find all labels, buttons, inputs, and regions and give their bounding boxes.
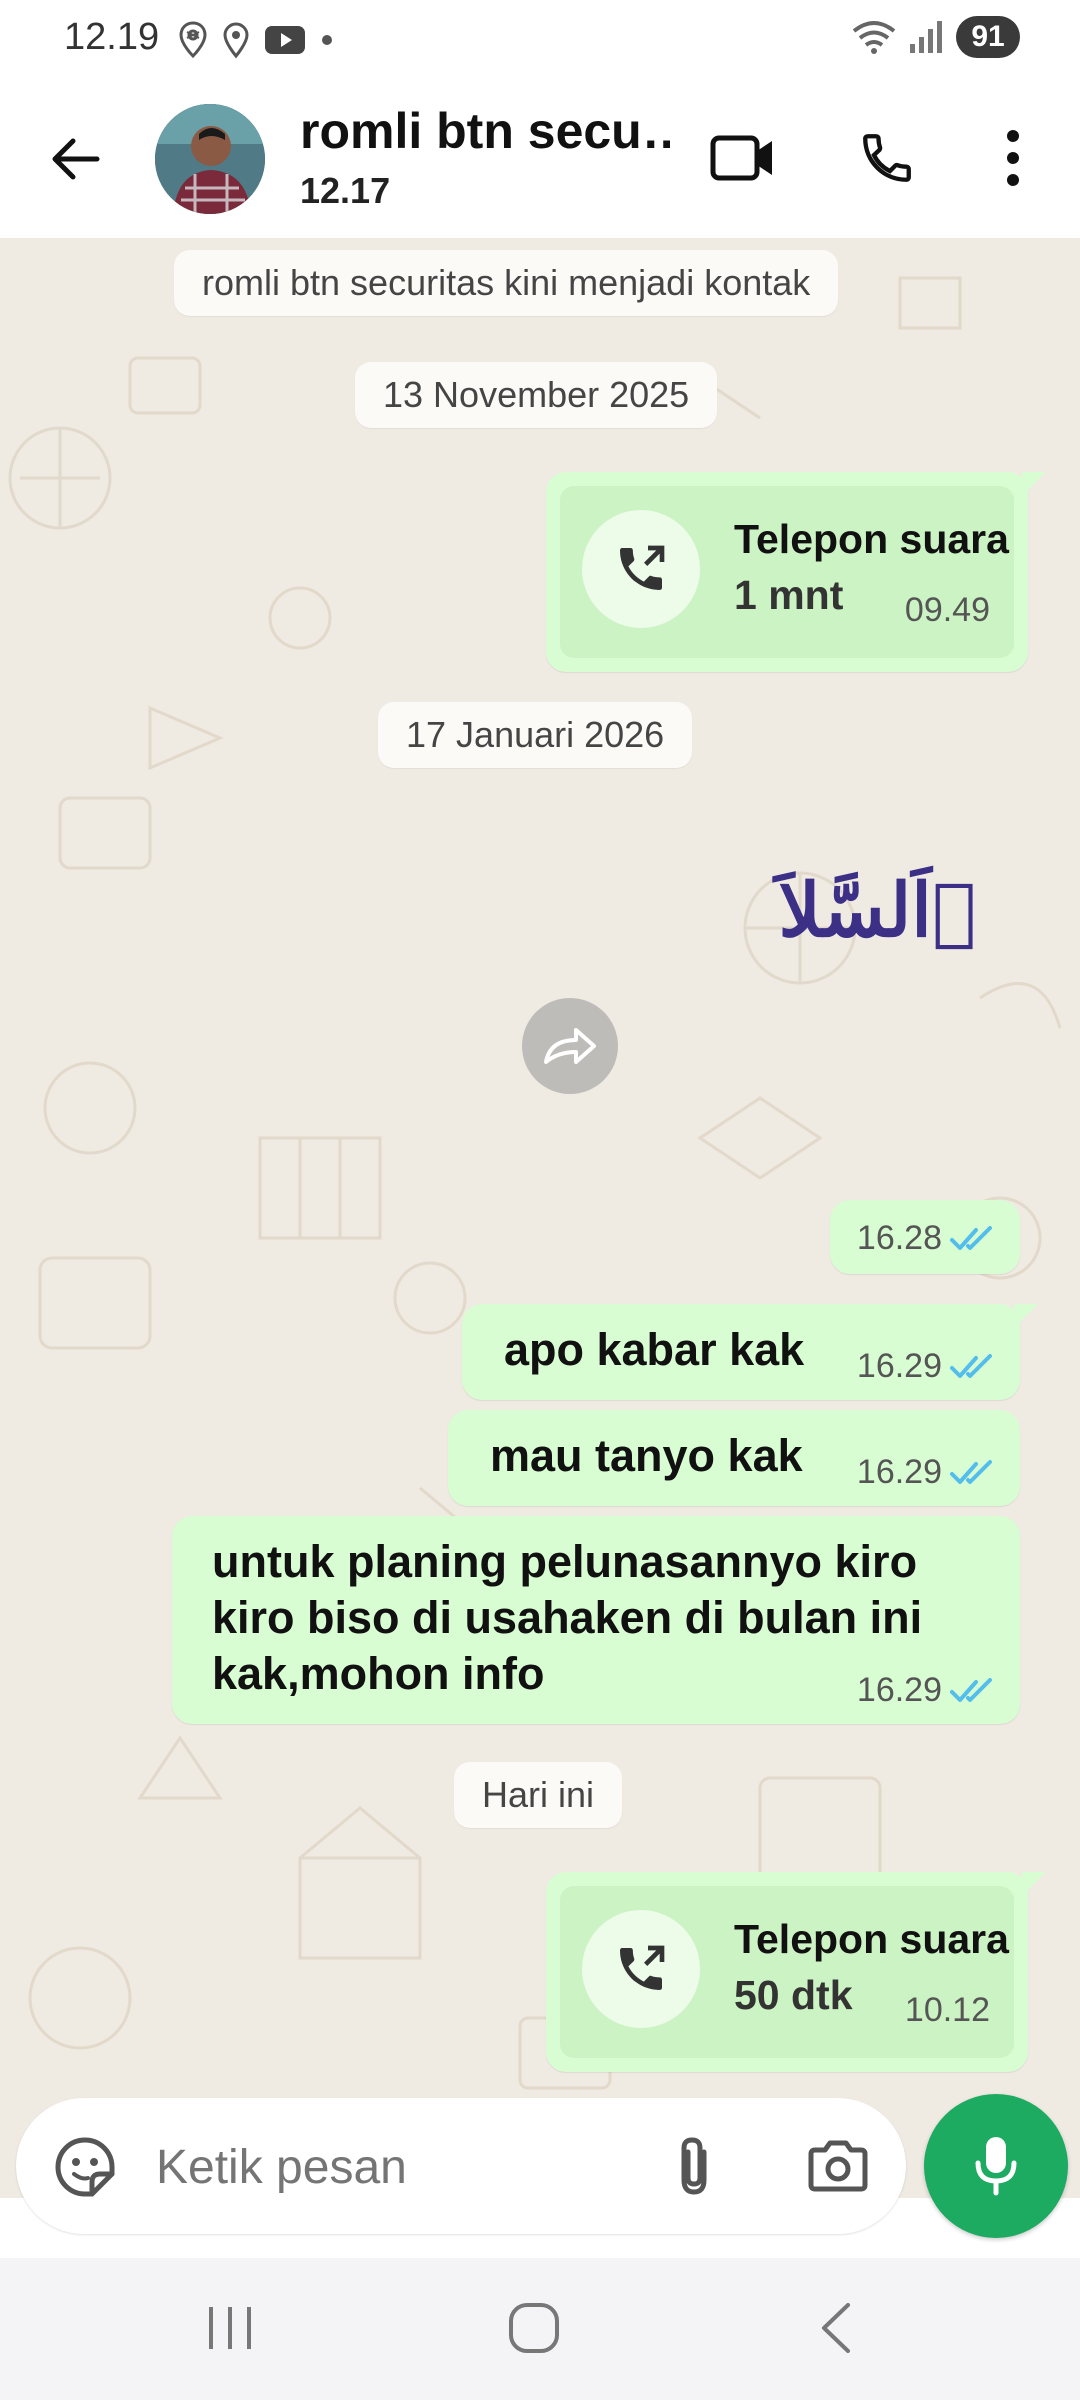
message-time: 16.29 — [856, 1671, 942, 1709]
message-input-bar — [0, 2094, 1080, 2258]
outgoing-message[interactable]: apo kabar kak 16.29 — [462, 1304, 1038, 1400]
battery-icon: 91 — [956, 16, 1020, 58]
voice-call-button[interactable] — [847, 118, 927, 198]
dot-icon — [322, 35, 332, 45]
more-vert-icon — [1007, 130, 1019, 186]
last-seen: 12.17 — [300, 170, 391, 211]
read-ticks-icon — [950, 1677, 992, 1702]
back-nav-button[interactable] — [786, 2288, 886, 2368]
call-title: Telepon suara — [734, 516, 1009, 562]
location-icon — [223, 22, 249, 59]
read-ticks-icon — [950, 1225, 992, 1250]
outgoing-message[interactable]: mau tanyo kak 16.29 — [448, 1410, 1020, 1506]
message-input-container[interactable] — [16, 2098, 906, 2234]
message-time: 10.12 — [904, 1991, 990, 2029]
home-icon — [509, 2303, 559, 2353]
video-call-button[interactable] — [703, 118, 783, 198]
location-pin-icon — [179, 21, 207, 59]
call-duration: 1 mnt — [734, 572, 844, 618]
read-ticks-icon — [950, 1459, 992, 1484]
signal-icon — [910, 21, 942, 53]
sticker-time-bubble: 16.28 — [830, 1200, 1020, 1274]
message-time: 16.28 — [856, 1219, 942, 1257]
contact-added-notice: romli btn securitas kini menjadi kontak — [174, 250, 839, 316]
camera-button[interactable] — [800, 2128, 876, 2204]
outgoing-message[interactable]: untuk planing pelunasannyo kiro kiro bis… — [172, 1516, 1020, 1724]
date-separator: 17 Januari 2026 — [378, 702, 693, 768]
microphone-icon — [975, 2137, 1017, 2196]
message-time: 16.29 — [856, 1453, 942, 1491]
sticker-button[interactable] — [50, 2132, 120, 2202]
forward-icon — [544, 1028, 596, 1064]
youtube-icon — [265, 26, 305, 54]
status-bar: 12.19 91 — [0, 0, 1080, 80]
recent-apps-icon — [209, 2307, 251, 2349]
outgoing-call-icon — [582, 510, 700, 628]
message-time: 16.29 — [856, 1347, 942, 1385]
voice-note-button[interactable] — [924, 2094, 1068, 2238]
message-text: apo kabar kak — [504, 1324, 805, 1375]
arabic-sticker-text[interactable]: اَلسَّلاَ ُ — [779, 868, 1002, 954]
video-call-icon — [710, 135, 772, 181]
message-text: mau tanyo kak — [490, 1430, 803, 1481]
message-text: untuk planing pelunasannyo kiro kiro bis… — [212, 1536, 923, 1699]
home-button[interactable] — [484, 2288, 584, 2368]
avatar[interactable] — [155, 104, 265, 214]
paperclip-icon — [681, 2137, 707, 2195]
camera-icon — [808, 2140, 868, 2192]
more-options-button[interactable] — [973, 118, 1053, 198]
read-ticks-icon — [950, 1353, 992, 1378]
back-button[interactable] — [40, 124, 110, 194]
date-separator: 13 November 2025 — [355, 362, 718, 428]
system-navigation-bar — [0, 2258, 1080, 2400]
chat-header: romli btn secu… 12.17 — [0, 80, 1080, 238]
message-input[interactable] — [156, 2140, 626, 2195]
sticker-icon — [55, 2137, 115, 2197]
phone-icon — [863, 134, 911, 182]
voice-call-bubble[interactable]: Telepon suara 1 mnt 09.49 — [546, 472, 1046, 672]
chat-area[interactable]: romli btn securitas kini menjadi kontak … — [0, 238, 1080, 2198]
outgoing-call-icon — [582, 1910, 700, 2028]
back-nav-icon — [822, 2303, 850, 2353]
forward-button[interactable] — [522, 998, 618, 1094]
date-separator: Hari ini — [454, 1762, 623, 1828]
back-arrow-icon — [52, 138, 100, 180]
call-title: Telepon suara — [734, 1916, 1009, 1962]
recent-apps-button[interactable] — [180, 2288, 280, 2368]
message-time: 09.49 — [904, 591, 990, 629]
call-duration: 50 dtk — [734, 1972, 853, 2018]
attach-button[interactable] — [656, 2128, 732, 2204]
contact-name[interactable]: romli btn secu… — [300, 102, 670, 160]
voice-call-bubble[interactable]: Telepon suara 50 dtk 10.12 — [546, 1872, 1046, 2072]
wifi-icon — [852, 21, 896, 54]
avatar-image — [155, 104, 265, 214]
status-time: 12.19 — [64, 16, 160, 58]
